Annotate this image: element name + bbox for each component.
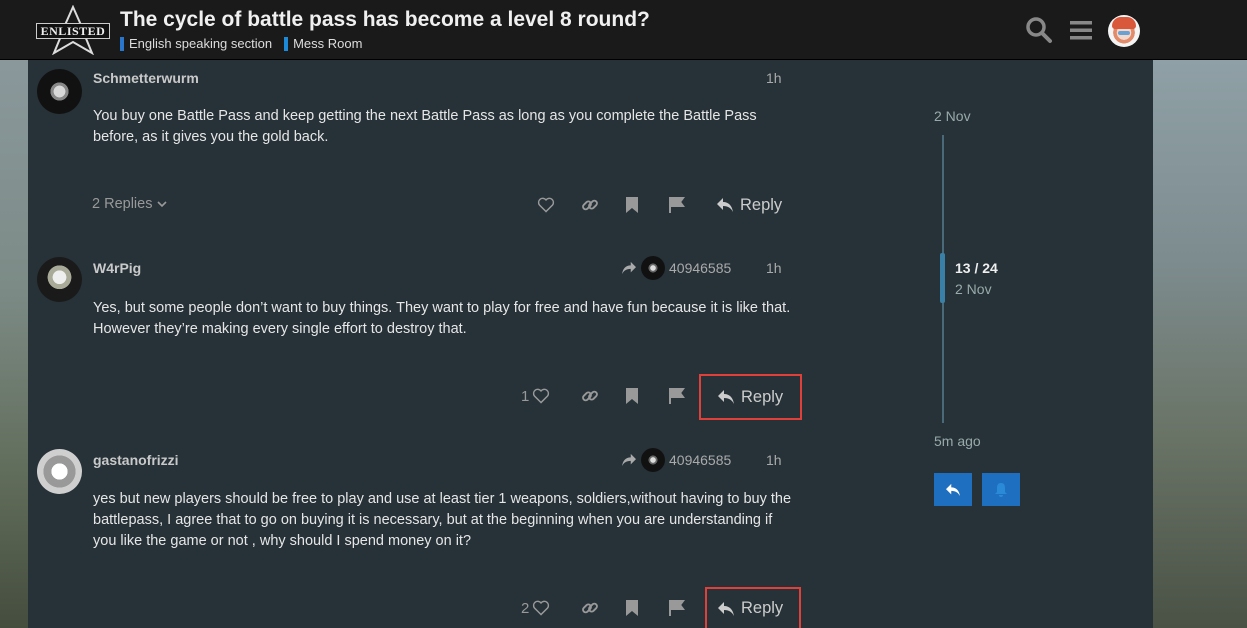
- category-color-badge: [284, 36, 289, 51]
- bookmark-icon: [626, 388, 638, 404]
- post-username[interactable]: gastanofrizzi: [93, 452, 179, 468]
- category-mess-room[interactable]: Mess Room: [284, 36, 362, 51]
- like-button[interactable]: [537, 193, 555, 217]
- timeline-start-date[interactable]: 2 Nov: [934, 108, 971, 124]
- bookmark-button[interactable]: [625, 596, 639, 620]
- timeline-position-date: 2 Nov: [955, 281, 992, 297]
- reply-label: Reply: [741, 599, 784, 617]
- reply-arrow-icon: [717, 198, 733, 212]
- post-body: Yes, but some people don’t want to buy t…: [93, 300, 791, 337]
- category-color-badge: [120, 36, 124, 51]
- bookmark-icon: [626, 197, 638, 213]
- post-username[interactable]: W4rPig: [93, 260, 141, 276]
- chevron-down-icon: [157, 201, 168, 208]
- share-arrow-icon: [622, 261, 636, 275]
- flag-icon: [669, 388, 685, 404]
- heart-icon: [533, 388, 550, 404]
- link-icon: [582, 199, 598, 211]
- post-gastanofrizzi: gastanofrizzi 40946585 1h yes but new pl…: [28, 442, 828, 628]
- like-button[interactable]: 2: [521, 596, 550, 620]
- background-right: [1153, 60, 1247, 628]
- post-actions: 2 Replies Reply: [28, 185, 828, 225]
- post-time[interactable]: 1h: [766, 452, 782, 468]
- hamburger-menu-icon[interactable]: [1066, 15, 1096, 45]
- like-count: 2: [521, 599, 530, 617]
- post-schmetterwurm: Schmetterwurm 1h You buy one Battle Pass…: [28, 60, 828, 250]
- flag-button[interactable]: [668, 384, 686, 408]
- timeline-handle[interactable]: [940, 253, 945, 303]
- reply-to-indicator[interactable]: 40946585: [621, 256, 731, 280]
- topic-main: Schmetterwurm 1h You buy one Battle Pass…: [28, 60, 1153, 628]
- reply-label: Reply: [741, 387, 784, 406]
- reply-to-indicator[interactable]: 40946585: [621, 448, 731, 472]
- user-avatar[interactable]: [1108, 15, 1140, 47]
- heart-icon: [533, 600, 550, 616]
- reply-to-username: 40946585: [669, 452, 732, 468]
- flag-icon: [669, 600, 685, 616]
- reply-to-avatar: [641, 256, 665, 280]
- copy-link-button[interactable]: [581, 193, 599, 217]
- timeline-reply-button[interactable]: [934, 473, 972, 506]
- bell-icon: [995, 482, 1007, 497]
- timeline-end-label[interactable]: 5m ago: [934, 433, 981, 449]
- site-header: ENLISTED The cycle of battle pass has be…: [0, 0, 1247, 60]
- notification-button[interactable]: [982, 473, 1020, 506]
- flag-icon: [669, 197, 685, 213]
- reply-arrow-icon: [718, 601, 734, 616]
- bookmark-icon: [626, 600, 638, 616]
- flag-button[interactable]: [668, 596, 686, 620]
- avatar[interactable]: [37, 69, 82, 114]
- category-label: English speaking section: [129, 36, 273, 51]
- flag-button[interactable]: [668, 193, 686, 217]
- avatar[interactable]: [37, 449, 82, 494]
- post-username[interactable]: Schmetterwurm: [93, 70, 199, 86]
- reply-button[interactable]: Reply: [699, 374, 802, 420]
- like-button[interactable]: 1: [521, 384, 550, 408]
- reply-to-username: 40946585: [669, 260, 732, 276]
- background-left: [0, 60, 28, 628]
- logo-text: ENLISTED: [36, 23, 110, 39]
- bookmark-button[interactable]: [625, 384, 639, 408]
- topic-title[interactable]: The cycle of battle pass has become a le…: [120, 8, 650, 32]
- breadcrumb: English speaking section Mess Room: [120, 36, 362, 51]
- post-body: You buy one Battle Pass and keep getting…: [93, 108, 757, 145]
- reply-button[interactable]: Reply: [705, 587, 801, 628]
- post-actions: 1 Reply: [28, 374, 828, 420]
- replies-label: 2 Replies: [92, 196, 153, 212]
- category-english-speaking[interactable]: English speaking section: [120, 36, 272, 51]
- bookmark-button[interactable]: [625, 193, 639, 217]
- heart-icon: [537, 197, 555, 213]
- copy-link-button[interactable]: [581, 596, 599, 620]
- replies-toggle[interactable]: 2 Replies: [92, 196, 168, 212]
- topic-timeline: 2 Nov 13 / 24 2 Nov 5m ago: [933, 60, 1133, 628]
- share-arrow-icon: [622, 453, 636, 467]
- post-body: yes but new players should be free to pl…: [93, 491, 792, 549]
- like-count: 1: [521, 387, 530, 405]
- reply-button[interactable]: Reply: [716, 185, 796, 225]
- reply-arrow-icon: [946, 483, 960, 496]
- post-w4rpig: W4rPig 40946585 1h Yes, but some people …: [28, 250, 828, 442]
- post-time[interactable]: 1h: [766, 260, 782, 276]
- category-label: Mess Room: [293, 36, 363, 51]
- copy-link-button[interactable]: [581, 384, 599, 408]
- link-icon: [582, 602, 598, 614]
- reply-label: Reply: [740, 195, 783, 214]
- search-icon[interactable]: [1024, 15, 1054, 45]
- post-time[interactable]: 1h: [766, 70, 782, 86]
- site-logo[interactable]: ENLISTED: [36, 5, 110, 55]
- reply-to-avatar: [641, 448, 665, 472]
- timeline-position: 13 / 24: [955, 260, 998, 276]
- reply-arrow-icon: [718, 390, 734, 404]
- avatar[interactable]: [37, 257, 82, 302]
- link-icon: [582, 390, 598, 402]
- post-actions: 2 Reply: [28, 587, 828, 628]
